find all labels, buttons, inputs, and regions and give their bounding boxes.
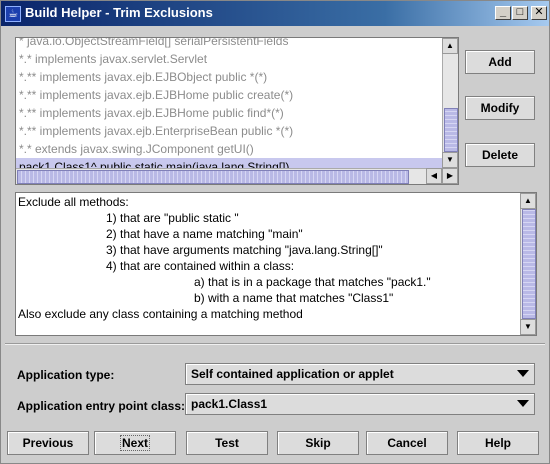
list-item[interactable]: * java.io.ObjectStreamField[] serialPers… [16, 38, 442, 50]
previous-button[interactable]: Previous [7, 431, 89, 455]
scroll-down-icon[interactable]: ▼ [442, 152, 458, 168]
maximize-icon[interactable]: □ [512, 6, 528, 20]
description-line: Exclude all methods: [18, 195, 129, 209]
description-scrollbar[interactable]: ▲ ▼ [520, 193, 536, 335]
skip-button[interactable]: Skip [277, 431, 359, 455]
list-vertical-scrollbar[interactable]: ▲ ▼ [442, 38, 458, 168]
scroll-thumb[interactable] [522, 209, 536, 319]
cancel-button[interactable]: Cancel [366, 431, 448, 455]
list-item[interactable]: *.** implements javax.ejb.EnterpriseBean… [16, 122, 442, 140]
close-icon[interactable]: ✕ [531, 6, 547, 20]
scroll-thumb[interactable] [444, 108, 458, 152]
title-bar[interactable]: ☕ Build Helper - Trim Exclusions _ □ ✕ [1, 1, 549, 26]
chevron-down-icon[interactable] [517, 370, 529, 377]
description-line: 4) that are contained within a class: [106, 259, 295, 273]
exclusion-list[interactable]: * java.io.ObjectStreamField[] serialPers… [15, 37, 459, 185]
exclusion-list-items: * java.io.ObjectStreamField[] serialPers… [16, 38, 442, 176]
scroll-up-icon[interactable]: ▲ [442, 38, 458, 54]
description-line: b) with a name that matches "Class1" [194, 291, 394, 305]
list-item[interactable]: *.** implements javax.ejb.EJBObject publ… [16, 68, 442, 86]
list-item[interactable]: *.* implements javax.servlet.Servlet [16, 50, 442, 68]
scroll-down-icon[interactable]: ▼ [520, 319, 536, 335]
description-line: 1) that are "public static " [106, 211, 239, 225]
list-item[interactable]: *.** implements javax.ejb.EJBHome public… [16, 104, 442, 122]
section-divider [5, 343, 545, 345]
entry-point-label: Application entry point class: [17, 399, 186, 413]
java-app-icon: ☕ [5, 6, 21, 22]
scroll-up-icon[interactable]: ▲ [520, 193, 536, 209]
help-button[interactable]: Help [457, 431, 539, 455]
exclusion-description[interactable]: Exclude all methods: 1) that are "public… [15, 192, 537, 336]
delete-button[interactable]: Delete [465, 143, 535, 167]
scroll-left-icon[interactable]: ◀ [426, 168, 442, 184]
add-button[interactable]: Add [465, 50, 535, 74]
chevron-down-icon[interactable] [517, 400, 529, 407]
list-item[interactable]: *.* extends javax.swing.JComponent getUI… [16, 140, 442, 158]
window-title: Build Helper - Trim Exclusions [25, 5, 213, 20]
description-line: Also exclude any class containing a matc… [18, 307, 303, 321]
list-item[interactable]: *.** implements javax.ejb.EJBHome public… [16, 86, 442, 104]
test-button[interactable]: Test [186, 431, 268, 455]
description-line: 2) that have a name matching "main" [106, 227, 303, 241]
next-button-label: Next [119, 435, 151, 451]
modify-button[interactable]: Modify [465, 96, 535, 120]
minimize-icon[interactable]: _ [495, 6, 511, 20]
entry-point-select[interactable]: pack1.Class1 [185, 393, 535, 415]
next-button[interactable]: Next [94, 431, 176, 455]
list-horizontal-scrollbar[interactable]: ◀ ▶ [16, 168, 458, 184]
application-type-label: Application type: [17, 368, 115, 382]
application-type-select[interactable]: Self contained application or applet [185, 363, 535, 385]
scroll-right-icon[interactable]: ▶ [442, 168, 458, 184]
entry-point-value: pack1.Class1 [191, 397, 268, 411]
build-helper-window: ☕ Build Helper - Trim Exclusions _ □ ✕ *… [0, 0, 550, 464]
application-type-value: Self contained application or applet [191, 367, 394, 381]
description-line: 3) that have arguments matching "java.la… [106, 243, 383, 257]
scroll-thumb[interactable] [17, 170, 409, 184]
description-line: a) that is in a package that matches "pa… [194, 275, 431, 289]
